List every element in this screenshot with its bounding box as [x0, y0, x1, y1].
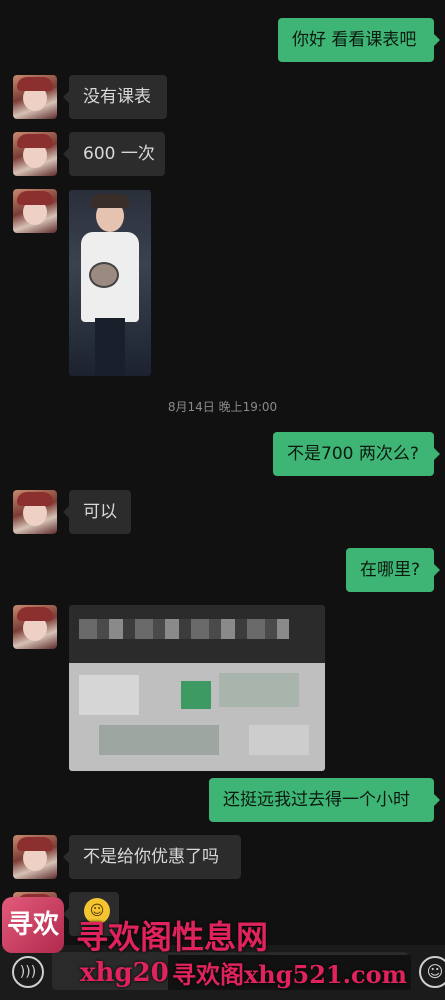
message-bubble-incoming[interactable]: 600 一次: [63, 132, 165, 176]
message-bubble-outgoing[interactable]: 不是700 两次么?: [273, 432, 440, 476]
contact-avatar[interactable]: [13, 490, 57, 534]
contact-avatar[interactable]: [13, 189, 57, 233]
contact-avatar[interactable]: [13, 132, 57, 176]
location-map-block: [79, 675, 139, 715]
message-bubble-incoming[interactable]: 不是给你优惠了吗: [63, 835, 241, 879]
contact-avatar[interactable]: [13, 605, 57, 649]
message-timestamp: 8月14日 晚上19:00: [167, 400, 278, 414]
location-message[interactable]: [69, 605, 325, 771]
location-map-block: [249, 725, 309, 755]
location-pin-icon: [181, 681, 211, 709]
location-title-blur: [79, 619, 289, 639]
photo-figure-legs: [95, 318, 125, 376]
emoji-icon[interactable]: ☺: [419, 956, 445, 988]
photo-figure-bag: [89, 262, 119, 288]
location-map-block: [219, 673, 299, 707]
message-bubble-outgoing[interactable]: 你好 看看课表吧: [278, 18, 440, 62]
message-bubble-incoming[interactable]: 可以: [63, 490, 131, 534]
watermark-site: 寻欢阁xhg521.com: [168, 955, 412, 990]
image-message[interactable]: [69, 190, 151, 376]
contact-avatar[interactable]: [13, 835, 57, 879]
watermark-site-partial: xhg20: [80, 958, 169, 988]
voice-icon[interactable]: ))): [12, 956, 44, 988]
watermark-title: 寻欢阁性息网: [76, 918, 269, 956]
message-bubble-outgoing[interactable]: 还挺远我过去得一个小时: [209, 778, 440, 822]
message-bubble-outgoing[interactable]: 在哪里?: [346, 548, 440, 592]
message-bubble-incoming[interactable]: 没有课表: [63, 75, 167, 119]
watermark-logo: 寻欢: [2, 897, 64, 953]
photo-figure-hat: [91, 194, 129, 208]
location-map-block: [99, 725, 219, 755]
contact-avatar[interactable]: [13, 75, 57, 119]
